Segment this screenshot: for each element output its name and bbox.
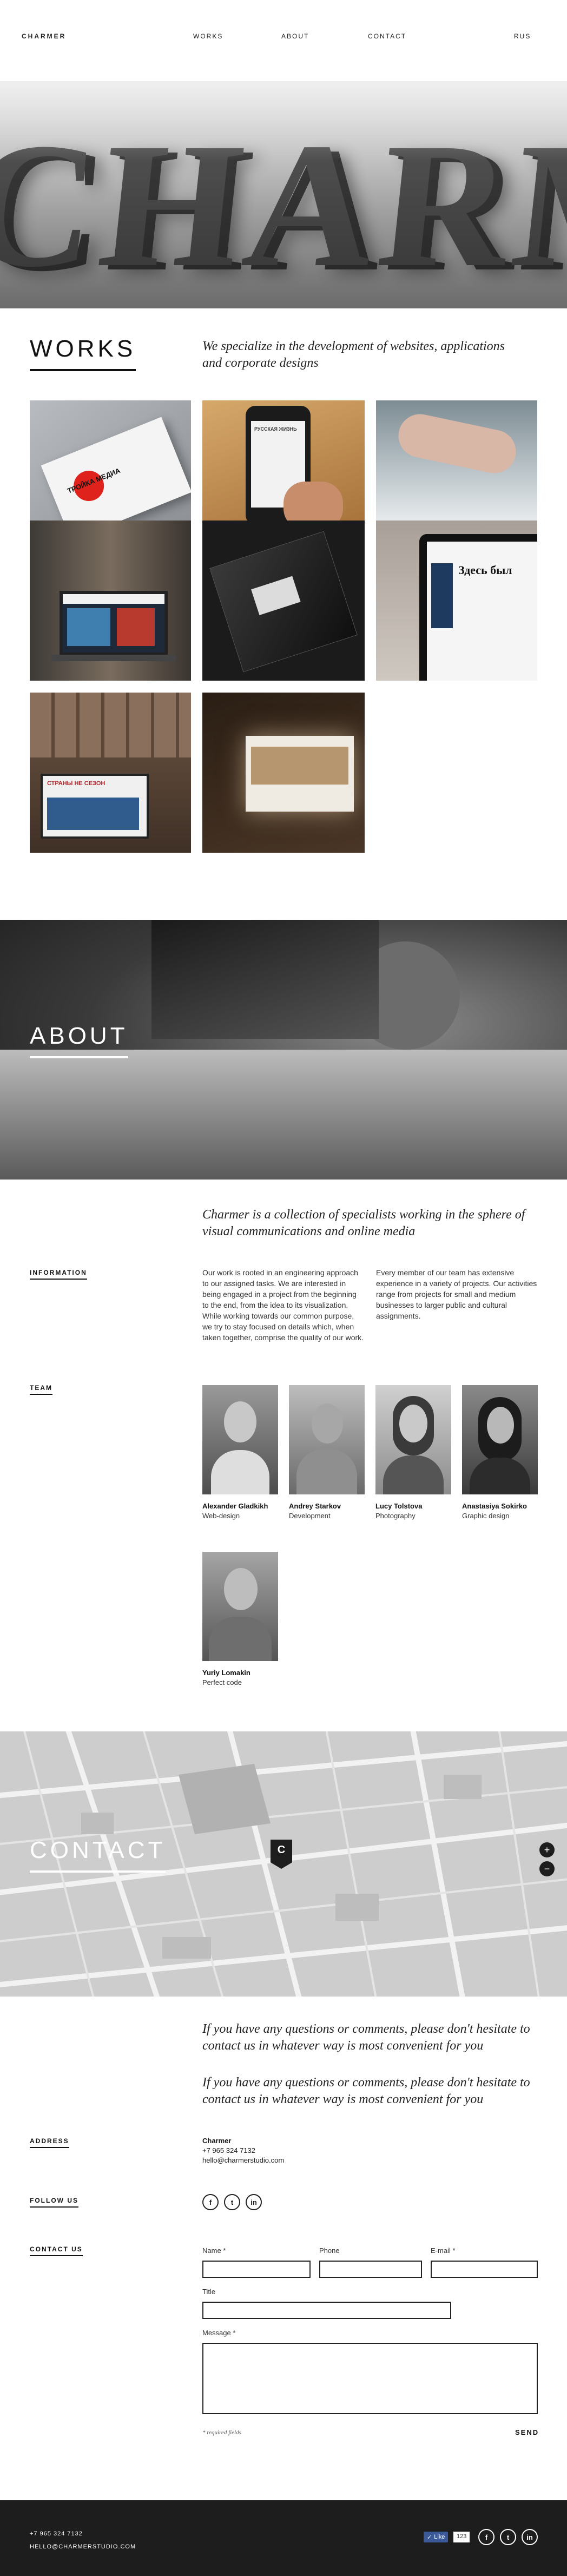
email-input[interactable] bbox=[431, 2261, 538, 2278]
team-label: TEAM bbox=[30, 1384, 52, 1395]
team-member: Anastasiya Sokirko Graphic design bbox=[462, 1385, 538, 1520]
work-tile-business-cards[interactable]: ТРОЙКА МЕДИА bbox=[30, 400, 191, 521]
member-name: Lucy Tolstova bbox=[375, 1502, 423, 1510]
about-lead: Charmer is a collection of specialists w… bbox=[202, 1208, 525, 1238]
footer-contacts: +7 965 324 7132 HELLO@CHARMERSTUDIO.COM bbox=[30, 2527, 136, 2553]
contact-email[interactable]: hello@charmerstudio.com bbox=[202, 2156, 284, 2165]
team-member: Alexander Gladkikh Web-design bbox=[202, 1385, 278, 1520]
nav-works[interactable]: WORKS bbox=[193, 32, 223, 40]
footer-phone: +7 965 324 7132 bbox=[30, 2531, 83, 2537]
title-input[interactable] bbox=[202, 2302, 451, 2319]
works-lead: We specialize in the development of webs… bbox=[202, 339, 505, 370]
info-column-2: Every member of our team has extensive e… bbox=[376, 1268, 537, 1320]
work-tile-monitor-site[interactable]: СТРАНЫ НЕ СЕЗОН bbox=[30, 693, 191, 853]
team-member: Lucy Tolstova Photography bbox=[375, 1385, 451, 1520]
work-tile-laptop-site[interactable] bbox=[30, 521, 191, 681]
address-label: ADDRESS bbox=[30, 2137, 69, 2148]
required-fields-note: * required fields bbox=[202, 2429, 241, 2436]
member-name: Alexander Gladkikh bbox=[202, 1502, 268, 1510]
team-member: Andrey Starkov Development bbox=[289, 1385, 365, 1520]
like-button[interactable]: ✓ Like bbox=[424, 2532, 449, 2542]
top-navigation: CHARMER WORKS ABOUT CONTACT RUS bbox=[0, 0, 567, 81]
contact-us-label: CONTACT US bbox=[30, 2245, 83, 2256]
team-member: Yuriy Lomakin Perfect code bbox=[202, 1552, 278, 1686]
member-photo bbox=[202, 1552, 278, 1661]
title-field-label: Title bbox=[202, 2288, 216, 2296]
work-tile-hand-texture[interactable] bbox=[376, 400, 537, 521]
instagram-icon[interactable]: in bbox=[246, 2194, 262, 2210]
member-role: Web-design bbox=[202, 1512, 240, 1520]
member-role: Graphic design bbox=[462, 1512, 510, 1520]
phone-input[interactable] bbox=[319, 2261, 422, 2278]
send-button[interactable]: SEND bbox=[515, 2428, 539, 2436]
name-input[interactable] bbox=[202, 2261, 311, 2278]
name-field-label: Name * bbox=[202, 2246, 226, 2255]
message-textarea[interactable] bbox=[202, 2343, 538, 2414]
work-tile-dark-packaging[interactable] bbox=[202, 521, 365, 681]
contact-title: CONTACT bbox=[30, 1837, 166, 1873]
nav-contact[interactable]: CONTACT bbox=[368, 32, 406, 40]
nav-about[interactable]: ABOUT bbox=[281, 32, 309, 40]
like-count: 123 bbox=[453, 2532, 470, 2542]
message-field-label: Message * bbox=[202, 2329, 236, 2337]
address-block: Charmer +7 965 324 7132 hello@charmerstu… bbox=[202, 2136, 284, 2165]
member-role: Perfect code bbox=[202, 1678, 242, 1686]
footer: +7 965 324 7132 HELLO@CHARMERSTUDIO.COM … bbox=[0, 2500, 567, 2576]
work-tile-phone-app[interactable]: РУССКАЯ ЖИЗНЬ bbox=[202, 400, 365, 521]
zoom-in-button[interactable]: + bbox=[539, 1842, 555, 1857]
location-map[interactable]: C CONTACT + − bbox=[0, 1731, 567, 1997]
footer-instagram-icon[interactable]: in bbox=[522, 2529, 538, 2545]
footer-email[interactable]: HELLO@CHARMERSTUDIO.COM bbox=[30, 2540, 136, 2553]
about-title: ABOUT bbox=[30, 1023, 128, 1058]
member-role: Development bbox=[289, 1512, 331, 1520]
member-photo bbox=[375, 1385, 451, 1494]
hero-image: CHARMER bbox=[0, 81, 567, 308]
information-label: INFORMATION bbox=[30, 1269, 87, 1280]
about-banner-image: ABOUT bbox=[0, 920, 567, 1180]
info-column-1: Our work is rooted in an engineering app… bbox=[202, 1268, 364, 1342]
work-tile-hotel-site[interactable] bbox=[202, 693, 365, 853]
contact-lead-1: If you have any questions or comments, p… bbox=[202, 2022, 530, 2053]
like-icon: ✓ bbox=[427, 2534, 432, 2541]
member-photo bbox=[462, 1385, 538, 1494]
member-name: Andrey Starkov bbox=[289, 1502, 341, 1510]
member-name: Anastasiya Sokirko bbox=[462, 1502, 527, 1510]
email-field-label: E-mail * bbox=[431, 2246, 456, 2255]
contact-phone: +7 965 324 7132 bbox=[202, 2146, 255, 2155]
member-photo bbox=[289, 1385, 365, 1494]
company-name: Charmer bbox=[202, 2137, 232, 2145]
works-title: WORKS bbox=[30, 335, 136, 371]
member-name: Yuriy Lomakin bbox=[202, 1669, 250, 1677]
member-photo bbox=[202, 1385, 278, 1494]
facebook-icon[interactable]: f bbox=[202, 2194, 219, 2210]
footer-twitter-icon[interactable]: t bbox=[500, 2529, 516, 2545]
footer-facebook-icon[interactable]: f bbox=[478, 2529, 495, 2545]
follow-us-label: FOLLOW US bbox=[30, 2197, 78, 2208]
zoom-out-button[interactable]: − bbox=[539, 1861, 555, 1876]
language-switch[interactable]: RUS bbox=[514, 32, 531, 40]
work-tile-tablet-site[interactable]: Здесь был bbox=[376, 521, 537, 681]
phone-field-label: Phone bbox=[319, 2246, 340, 2255]
logo[interactable]: CHARMER bbox=[22, 32, 66, 40]
contact-lead-2: If you have any questions or comments, p… bbox=[202, 2076, 530, 2106]
member-role: Photography bbox=[375, 1512, 416, 1520]
twitter-icon[interactable]: t bbox=[224, 2194, 240, 2210]
